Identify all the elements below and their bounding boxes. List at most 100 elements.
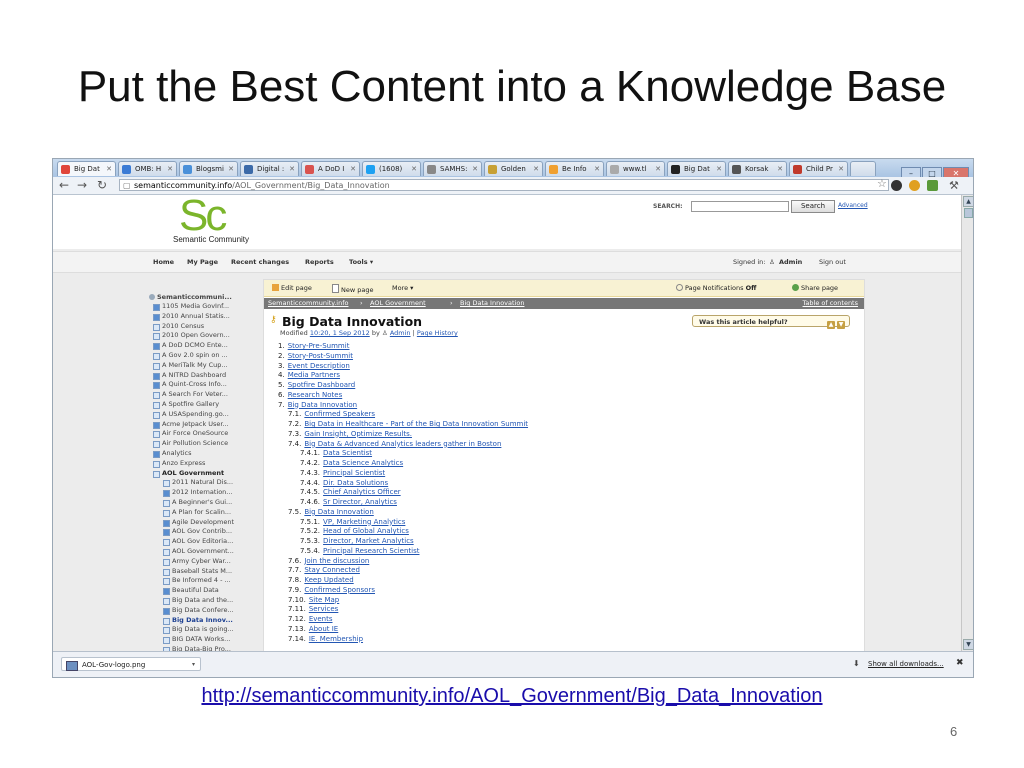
tab-close-icon[interactable]: ✕ — [716, 162, 722, 176]
tree-item[interactable]: Baseball Stats M... — [149, 567, 259, 577]
tree-item[interactable]: A MeriTalk My Cup... — [149, 361, 259, 371]
browser-tab[interactable]: Big Dat ✕ — [57, 161, 116, 176]
scroll-down-icon[interactable]: ▼ — [963, 639, 973, 650]
browser-tab[interactable]: OMB: H ✕ — [118, 161, 177, 176]
toc-link[interactable]: Spotfire Dashboard — [288, 381, 356, 389]
tab-close-icon[interactable]: ✕ — [350, 162, 356, 176]
browser-tab[interactable]: Be Info ✕ — [545, 161, 604, 176]
tree-item[interactable]: 2010 Annual Statis... — [149, 312, 259, 322]
tree-item[interactable]: AOL Government... — [149, 547, 259, 557]
sign-out-link[interactable]: Sign out — [819, 258, 846, 266]
toc-link[interactable]: Media Partners — [288, 371, 340, 379]
toc-link[interactable]: Director, Market Analytics — [323, 537, 414, 545]
toc-link[interactable]: Site Map — [309, 596, 339, 604]
tree-item[interactable]: A Beginner's Gui... — [149, 498, 259, 508]
tree-item[interactable]: Big Data Innov... — [149, 616, 259, 626]
tree-item[interactable]: Be Informed 4 - ... — [149, 576, 259, 586]
tree-item[interactable]: AOL Government — [149, 469, 259, 479]
toc-link[interactable]: Services — [309, 605, 339, 613]
toc-link[interactable]: Data Science Analytics — [323, 459, 403, 467]
toc-link[interactable]: Big Data Innovation — [304, 508, 373, 516]
author-link[interactable]: Admin — [390, 329, 411, 337]
tree-item[interactable]: Big Data and the... — [149, 596, 259, 606]
thumbs-up-icon[interactable]: ▲ — [827, 321, 835, 329]
menu-tools[interactable]: Tools ▾ — [349, 258, 373, 266]
toc-link[interactable]: IE. Membership — [309, 635, 363, 643]
tree-item[interactable]: Big Data Confere... — [149, 606, 259, 616]
tab-close-icon[interactable]: ✕ — [533, 162, 539, 176]
browser-tab[interactable]: Korsak ✕ — [728, 161, 787, 176]
breadcrumb-item[interactable]: AOL Government — [370, 299, 426, 307]
browser-tab[interactable]: A DoD I ✕ — [301, 161, 360, 176]
toc-link[interactable]: Principal Research Scientist — [323, 547, 419, 555]
download-item[interactable]: AOL-Gov-logo.png ▾ — [61, 657, 201, 671]
new-page-button[interactable]: New page — [332, 284, 373, 294]
tree-item[interactable]: 2012 Internation... — [149, 488, 259, 498]
toc-link[interactable]: Keep Updated — [304, 576, 353, 584]
expand-icon[interactable] — [163, 588, 170, 596]
tab-close-icon[interactable]: ✕ — [777, 162, 783, 176]
tree-item[interactable]: Beautiful Data — [149, 586, 259, 596]
caption-link[interactable]: http://semanticcommunity.info/AOL_Govern… — [0, 685, 1024, 708]
toc-link[interactable]: About IE — [309, 625, 338, 633]
scroll-thumb[interactable] — [964, 208, 973, 218]
address-bar[interactable]: ▢ semanticcommunity.info/AOL_Government/… — [119, 179, 889, 191]
tree-item[interactable]: Big Data is going... — [149, 625, 259, 635]
toc-link[interactable]: Principal Scientist — [323, 469, 385, 477]
toc-link[interactable]: Dir. Data Solutions — [323, 479, 388, 487]
tab-close-icon[interactable]: ✕ — [228, 162, 234, 176]
tab-close-icon[interactable]: ✕ — [655, 162, 661, 176]
tree-item[interactable]: Air Force OneSource — [149, 429, 259, 439]
tree-item[interactable]: A Search For Veter... — [149, 390, 259, 400]
breadcrumb-item[interactable]: Semanticcommunity.info — [268, 299, 348, 307]
toc-link[interactable]: Stay Connected — [304, 566, 360, 574]
toc-link[interactable]: Confirmed Sponsors — [304, 586, 375, 594]
bookmark-star-icon[interactable]: ☆ — [877, 177, 887, 190]
expand-icon[interactable] — [153, 313, 160, 321]
toc-link[interactable]: Big Data in Healthcare - Part of the Big… — [304, 420, 528, 428]
extension-icon[interactable] — [891, 180, 902, 191]
tree-item[interactable]: AOL Gov Editoria... — [149, 537, 259, 547]
scroll-up-icon[interactable]: ▲ — [963, 196, 973, 207]
tab-close-icon[interactable]: ✕ — [167, 162, 173, 176]
table-of-contents-link[interactable]: Table of contents — [803, 299, 858, 307]
toc-link[interactable]: Data Scientist — [323, 449, 372, 457]
browser-tab[interactable]: Big Dat ✕ — [667, 161, 726, 176]
expand-icon[interactable] — [163, 519, 170, 527]
tree-item[interactable]: A NITRD Dashboard — [149, 371, 259, 381]
toc-link[interactable]: Gain Insight, Optimize Results. — [304, 430, 412, 438]
advanced-search-link[interactable]: Advanced — [838, 202, 868, 209]
notifications-button[interactable]: Page Notifications Off — [676, 284, 756, 292]
back-icon[interactable]: ← — [59, 178, 69, 193]
thumbs-down-icon[interactable]: ▼ — [837, 321, 845, 329]
tab-close-icon[interactable]: ✕ — [594, 162, 600, 176]
toc-link[interactable]: Research Notes — [288, 391, 343, 399]
vertical-scrollbar[interactable]: ▲ ▼ — [961, 195, 973, 651]
expand-icon[interactable] — [153, 421, 160, 429]
toc-link[interactable]: Join the discussion — [304, 557, 369, 565]
tree-item[interactable]: Air Pollution Science — [149, 439, 259, 449]
browser-tab[interactable]: Digital : ✕ — [240, 161, 299, 176]
modified-time-link[interactable]: 10:20, 1 Sep 2012 — [310, 329, 370, 337]
page-history-link[interactable]: Page History — [417, 329, 458, 337]
tree-item[interactable]: Agile Development — [149, 518, 259, 528]
tree-root[interactable]: Semanticcommuni... — [149, 293, 259, 302]
share-page-button[interactable]: Share page — [792, 284, 838, 292]
expand-icon[interactable] — [153, 382, 160, 390]
wrench-icon[interactable]: ⚒ — [949, 178, 959, 193]
search-button[interactable]: Search — [791, 200, 835, 213]
toc-link[interactable]: Big Data & Advanced Analytics leaders ga… — [304, 440, 501, 448]
tree-item[interactable]: 2011 Natural Dis... — [149, 478, 259, 488]
toc-link[interactable]: Story-Post-Summit — [288, 352, 353, 360]
toc-link[interactable]: Chief Analytics Officer — [323, 488, 401, 496]
show-all-downloads-link[interactable]: Show all downloads... — [868, 660, 944, 668]
menu-reports[interactable]: Reports — [305, 258, 334, 266]
toc-link[interactable]: Confirmed Speakers — [304, 410, 375, 418]
tree-item[interactable]: A Quint-Cross Info... — [149, 380, 259, 390]
browser-tab[interactable]: SAMHS: ✕ — [423, 161, 482, 176]
toc-link[interactable]: Big Data Innovation — [288, 401, 357, 409]
browser-tab[interactable]: (1608) ✕ — [362, 161, 421, 176]
tree-item[interactable]: 2010 Census — [149, 322, 259, 332]
tree-item[interactable]: Analytics — [149, 449, 259, 459]
tree-item[interactable]: A USASpending.go... — [149, 410, 259, 420]
